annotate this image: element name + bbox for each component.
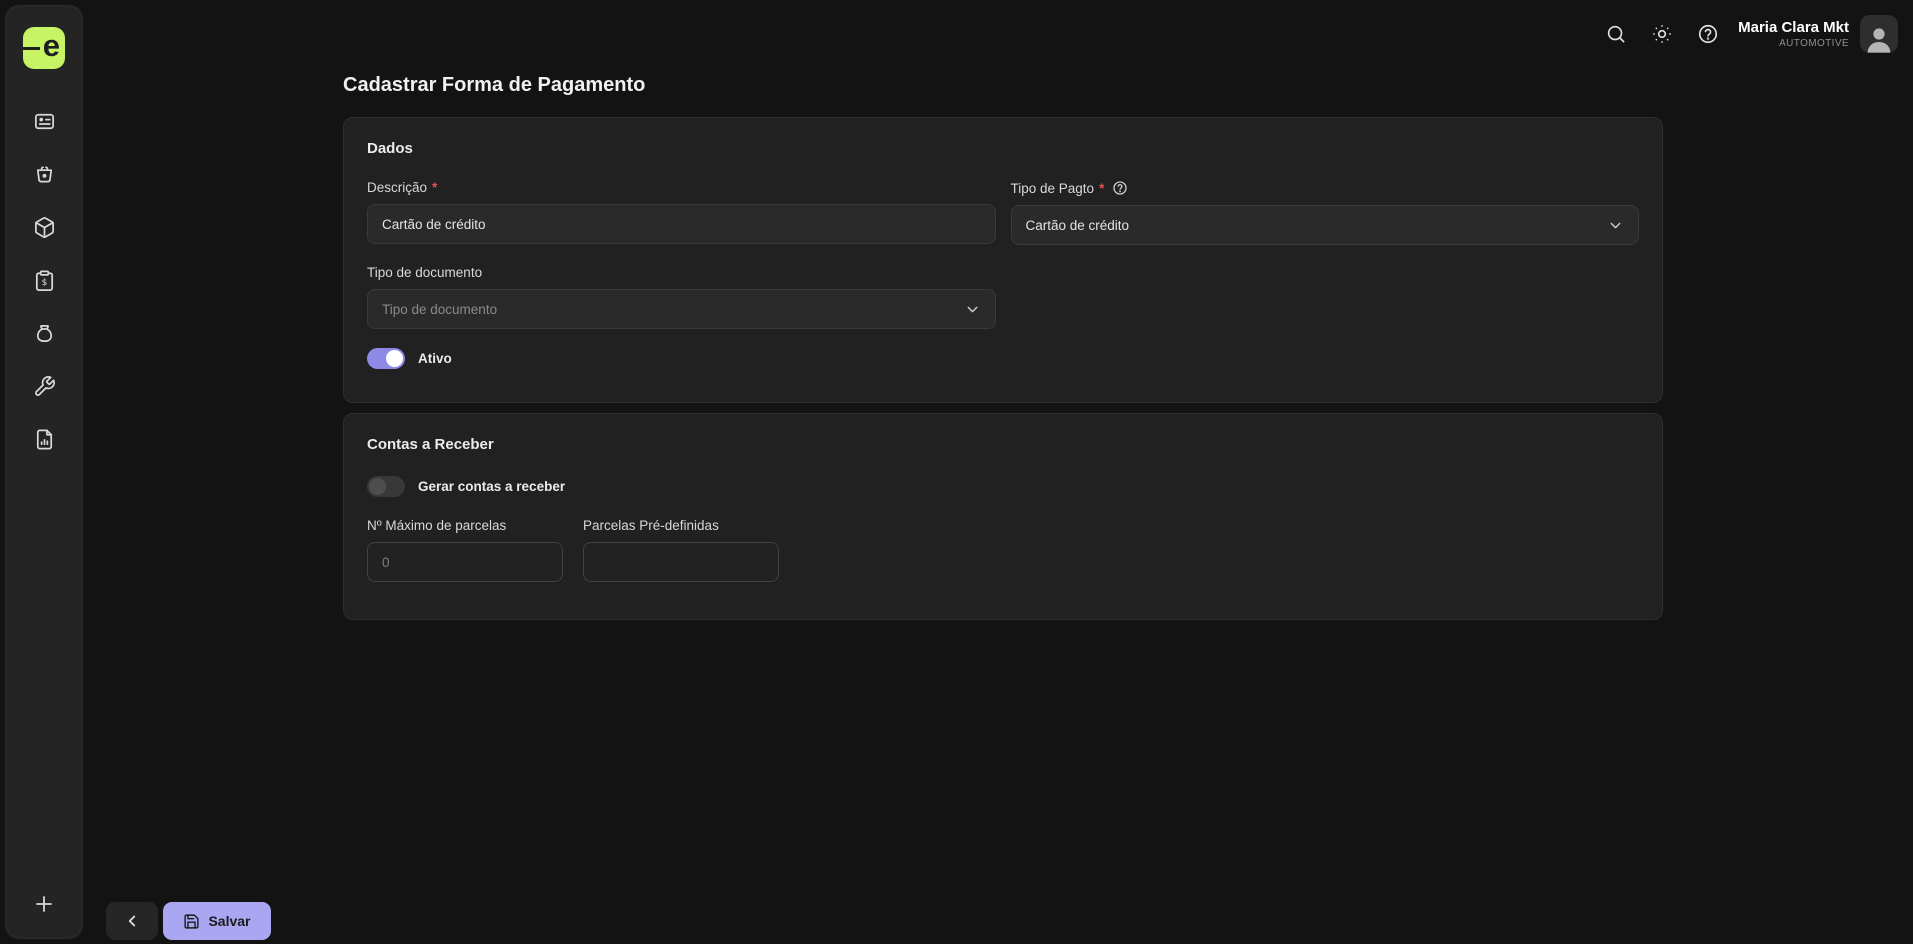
gerar-contas-row: Gerar contas a receber bbox=[367, 476, 1639, 497]
help-circle-icon bbox=[1697, 23, 1719, 45]
sidebar: e bbox=[5, 5, 83, 939]
money-bag-icon bbox=[33, 322, 56, 345]
parcelas-predefinidas-input[interactable] bbox=[583, 542, 779, 582]
dados-card-title: Dados bbox=[367, 140, 1639, 157]
contas-card-title: Contas a Receber bbox=[367, 436, 1639, 453]
main-content: Cadastrar Forma de Pagamento Dados Descr… bbox=[343, 74, 1663, 620]
required-mark: * bbox=[1099, 181, 1104, 196]
basket-icon bbox=[33, 163, 56, 186]
required-mark: * bbox=[432, 180, 437, 195]
save-icon bbox=[183, 913, 200, 930]
save-button[interactable]: Salvar bbox=[163, 902, 271, 940]
logo-mark bbox=[23, 47, 40, 50]
ativo-toggle[interactable] bbox=[367, 348, 405, 369]
person-icon bbox=[1863, 23, 1895, 53]
tipo-documento-label: Tipo de documento bbox=[367, 265, 996, 280]
ativo-label: Ativo bbox=[418, 351, 452, 366]
tipo-pagto-selected-value: Cartão de crédito bbox=[1026, 218, 1130, 233]
sidebar-item-billing[interactable]: $ bbox=[32, 268, 56, 292]
descricao-label: Descrição * bbox=[367, 180, 996, 195]
tipo-documento-field: Tipo de documento Tipo de documento bbox=[367, 265, 996, 329]
save-button-label: Salvar bbox=[208, 913, 250, 929]
chevron-left-icon bbox=[123, 912, 141, 930]
logo-letter: e bbox=[43, 28, 60, 64]
descricao-input[interactable] bbox=[367, 204, 996, 244]
back-button[interactable] bbox=[106, 902, 158, 940]
max-parcelas-field: Nº Máximo de parcelas bbox=[367, 518, 563, 582]
help-button[interactable] bbox=[1696, 22, 1720, 46]
sidebar-item-tools[interactable] bbox=[32, 374, 56, 398]
svg-text:$: $ bbox=[41, 278, 47, 288]
user-menu[interactable]: Maria Clara Mkt AUTOMOTIVE bbox=[1738, 15, 1898, 53]
plus-icon bbox=[32, 892, 56, 916]
sidebar-item-orders[interactable] bbox=[32, 162, 56, 186]
chevron-down-icon bbox=[964, 301, 981, 318]
toggle-knob bbox=[369, 478, 386, 495]
app-logo[interactable]: e bbox=[23, 27, 65, 69]
sidebar-item-products[interactable] bbox=[32, 215, 56, 239]
theme-toggle-button[interactable] bbox=[1650, 22, 1674, 46]
chevron-down-icon bbox=[1607, 217, 1624, 234]
invoice-dollar-icon: $ bbox=[33, 269, 56, 292]
topbar: Maria Clara Mkt AUTOMOTIVE bbox=[1582, 13, 1898, 55]
sun-icon bbox=[1651, 23, 1673, 45]
tipo-documento-select[interactable]: Tipo de documento bbox=[367, 289, 996, 329]
tipo-pagto-field: Tipo de Pagto * Cartão de crédito bbox=[1011, 180, 1640, 245]
ativo-row: Ativo bbox=[367, 348, 1639, 369]
report-file-icon bbox=[33, 428, 56, 451]
sidebar-item-customers[interactable] bbox=[32, 109, 56, 133]
user-name: Maria Clara Mkt bbox=[1738, 19, 1849, 36]
tipo-documento-placeholder: Tipo de documento bbox=[382, 302, 497, 317]
package-icon bbox=[33, 216, 56, 239]
id-card-icon bbox=[33, 110, 56, 133]
sidebar-add-button[interactable] bbox=[32, 892, 56, 916]
search-button[interactable] bbox=[1604, 22, 1628, 46]
gerar-contas-toggle[interactable] bbox=[367, 476, 405, 497]
user-role: AUTOMOTIVE bbox=[1738, 38, 1849, 49]
avatar[interactable] bbox=[1860, 15, 1898, 53]
parcelas-predefinidas-field: Parcelas Pré-definidas bbox=[583, 518, 779, 582]
contas-receber-card: Contas a Receber Gerar contas a receber … bbox=[343, 413, 1663, 620]
user-info: Maria Clara Mkt AUTOMOTIVE bbox=[1738, 19, 1849, 49]
sidebar-item-finance[interactable] bbox=[32, 321, 56, 345]
tipo-pagto-label: Tipo de Pagto * bbox=[1011, 180, 1640, 196]
gerar-contas-label: Gerar contas a receber bbox=[418, 479, 565, 494]
footer-actions: Salvar bbox=[106, 902, 271, 940]
search-icon bbox=[1605, 23, 1627, 45]
tipo-pagto-help-icon[interactable] bbox=[1112, 180, 1128, 196]
dados-card: Dados Descrição * Tipo de Pagto * bbox=[343, 117, 1663, 403]
parcelas-predefinidas-label: Parcelas Pré-definidas bbox=[583, 518, 779, 533]
sidebar-item-reports[interactable] bbox=[32, 427, 56, 451]
tipo-pagto-select[interactable]: Cartão de crédito bbox=[1011, 205, 1640, 245]
page-title: Cadastrar Forma de Pagamento bbox=[343, 74, 1663, 97]
max-parcelas-label: Nº Máximo de parcelas bbox=[367, 518, 563, 533]
wrench-icon bbox=[33, 375, 56, 398]
max-parcelas-input[interactable] bbox=[367, 542, 563, 582]
toggle-knob bbox=[386, 350, 403, 367]
descricao-field: Descrição * bbox=[367, 180, 996, 245]
sidebar-nav: $ bbox=[32, 109, 56, 451]
